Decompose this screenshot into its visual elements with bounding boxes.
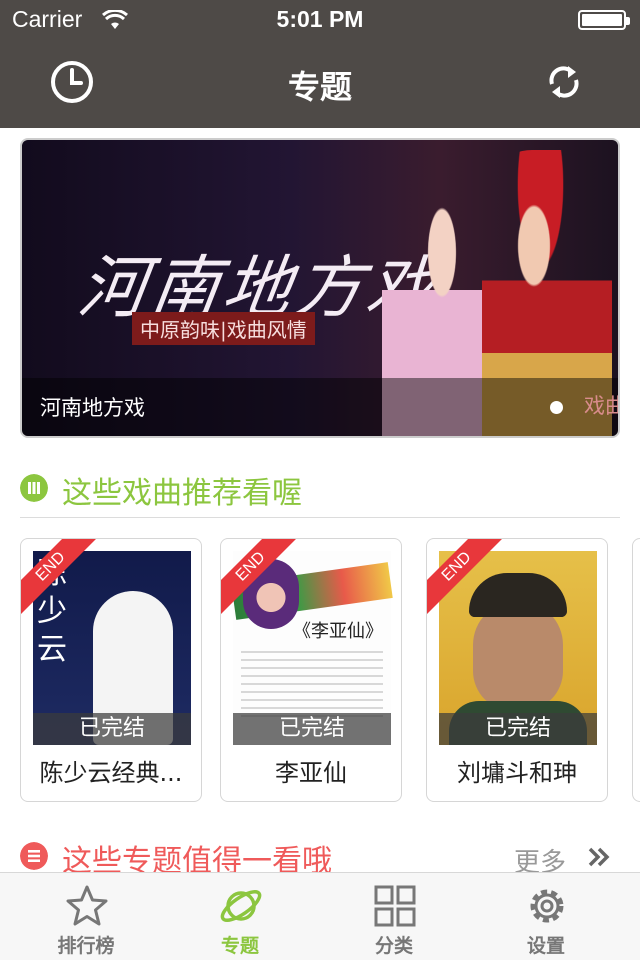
completed-label: 已完结 [439, 713, 597, 745]
tab-settings[interactable]: 设置 [466, 873, 626, 961]
banner-carousel[interactable]: 河南地方戏 中原韵味|戏曲风情 河南地方戏 戏曲 [20, 138, 620, 438]
double-chevron-right-icon[interactable] [586, 844, 612, 870]
recommend-section-title: 这些戏曲推荐看喔 [62, 476, 302, 511]
planet-icon [220, 890, 262, 922]
status-bar: Carrier 5:01 PM [0, 0, 640, 40]
completed-label: 已完结 [233, 713, 391, 745]
tab-bar: 排行榜 专题 分类 设置 [0, 872, 640, 960]
opera-card[interactable]: 已完结 END 刘墉斗和珅 [426, 538, 608, 802]
opera-card[interactable]: 陈少云 已完结 END 陈少云经典... [20, 538, 202, 802]
card-title: 陈少云经典... [39, 759, 183, 787]
recommend-section-header: 这些戏曲推荐看喔 [20, 472, 620, 518]
menu-icon [20, 842, 48, 870]
opera-card-partial[interactable] [632, 538, 640, 802]
completed-label: 已完结 [33, 713, 191, 745]
tab-ranking[interactable]: 排行榜 [6, 873, 166, 961]
page-indicator-dot[interactable] [550, 401, 563, 414]
refresh-icon[interactable] [544, 62, 584, 102]
tab-label: 分类 [374, 935, 413, 957]
status-time: 5:01 PM [276, 6, 364, 32]
banner-next-caption: 戏曲 [584, 394, 618, 418]
tab-label: 设置 [526, 935, 565, 957]
gear-icon [530, 889, 564, 923]
battery-icon [578, 10, 630, 30]
tab-label: 专题 [220, 935, 259, 957]
star-icon [66, 885, 108, 926]
tab-categories[interactable]: 分类 [314, 873, 474, 961]
opera-card[interactable]: 《李亚仙》 已完结 END 李亚仙 [220, 538, 402, 802]
card-title: 李亚仙 [275, 759, 347, 787]
card-title: 刘墉斗和珅 [457, 759, 577, 787]
tab-topics[interactable]: 专题 [160, 873, 320, 961]
banner-art-subtitle: 中原韵味|戏曲风情 [132, 312, 315, 345]
list-icon [20, 474, 48, 502]
banner-caption: 河南地方戏 [40, 396, 145, 420]
grid-icon [374, 885, 416, 927]
top-bar: Carrier 5:01 PM 专题 [0, 0, 640, 128]
tab-label: 排行榜 [57, 935, 115, 957]
